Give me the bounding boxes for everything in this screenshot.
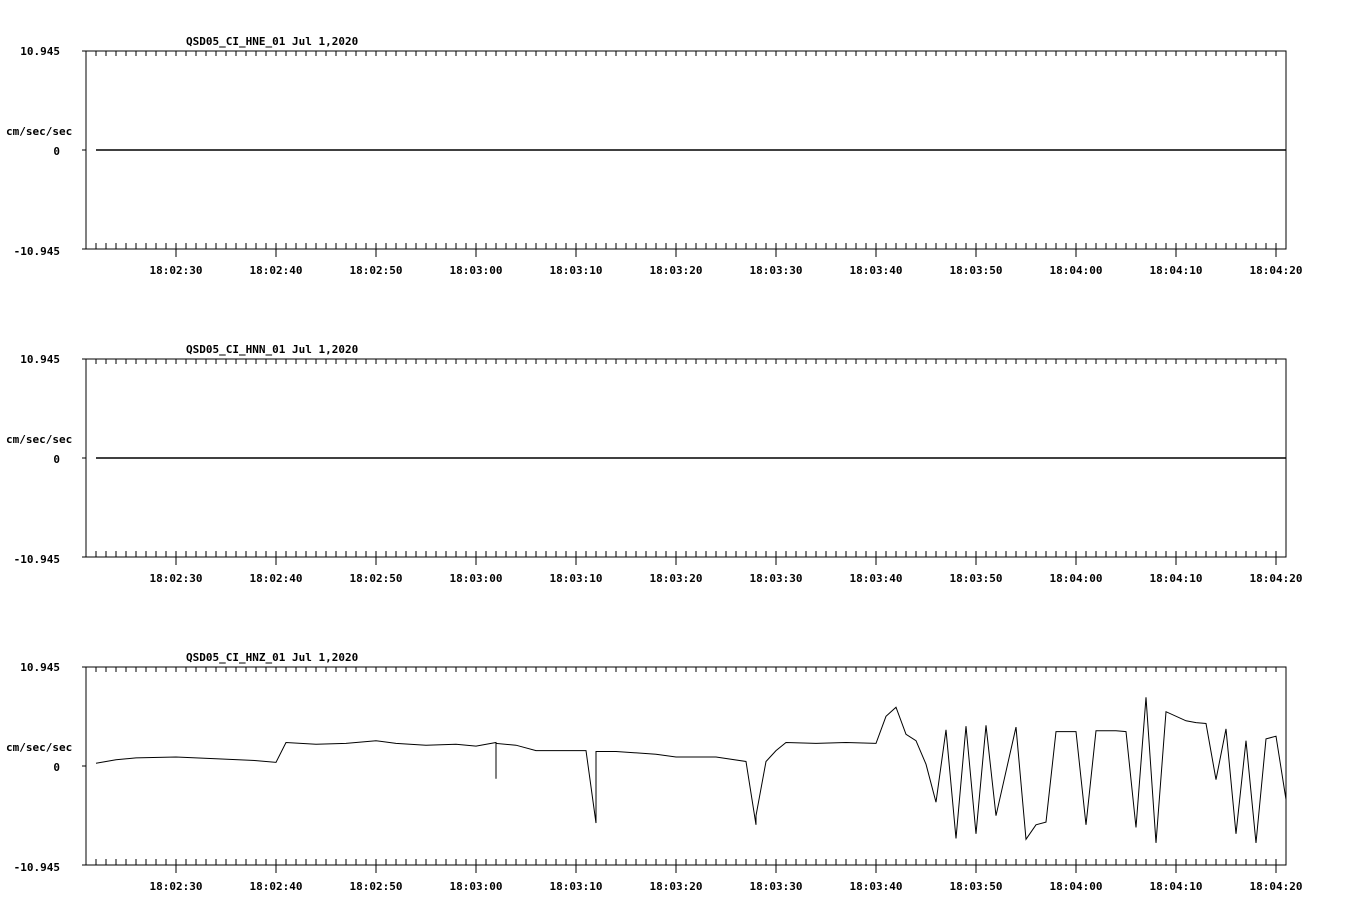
y-axis-label: cm/sec/sec	[6, 741, 72, 754]
x-tick-label: 18:03:30	[750, 572, 803, 585]
panel-hne: QSD05_CI_HNE_01 Jul 1,2020 cm/sec/sec 10…	[6, 35, 1302, 277]
x-tick-label: 18:03:20	[650, 880, 703, 893]
x-tick-label: 18:04:20	[1250, 880, 1303, 893]
x-tick-label: 18:03:00	[450, 264, 503, 277]
x-tick-label: 18:03:40	[850, 264, 903, 277]
x-tick-label: 18:03:20	[650, 572, 703, 585]
y-tick-label-top: 10.945	[20, 45, 60, 58]
x-tick-label: 18:02:30	[150, 572, 203, 585]
x-tick-label: 18:03:10	[550, 572, 603, 585]
panel-hnz: QSD05_CI_HNZ_01 Jul 1,2020 cm/sec/sec 10…	[6, 651, 1302, 893]
x-tick-labels: 18:02:30 18:02:40 18:02:50 18:03:00 18:03:10…	[150, 264, 1303, 277]
x-tick-label: 18:04:00	[1050, 880, 1103, 893]
y-axis-label: cm/sec/sec	[6, 125, 72, 138]
y-tick-label-top: 10.945	[20, 353, 60, 366]
plot-frame	[85, 666, 1287, 866]
x-tick-labels: 18:02:30 18:02:40 18:02:50 18:03:00 18:03:10…	[150, 572, 1303, 585]
x-axis-ticks	[82, 666, 1287, 873]
x-tick-label: 18:03:40	[850, 572, 903, 585]
x-tick-label: 18:04:20	[1250, 572, 1303, 585]
x-axis-ticks	[82, 50, 1287, 257]
x-tick-label: 18:04:00	[1050, 572, 1103, 585]
x-tick-label: 18:03:00	[450, 572, 503, 585]
x-tick-label: 18:04:00	[1050, 264, 1103, 277]
y-tick-label-zero: 0	[53, 761, 60, 774]
x-tick-label: 18:02:50	[350, 264, 403, 277]
panel-title: QSD05_CI_HNE_01 Jul 1,2020	[186, 35, 358, 48]
y-tick-label-zero: 0	[53, 453, 60, 466]
seismogram-canvas: QSD05_CI_HNE_01 Jul 1,2020 cm/sec/sec 10…	[6, 35, 1302, 893]
x-tick-label: 18:02:30	[150, 880, 203, 893]
x-tick-label: 18:04:10	[1150, 264, 1203, 277]
x-tick-label: 18:03:50	[950, 880, 1003, 893]
y-tick-label-bottom: -10.945	[14, 245, 60, 258]
panel-title: QSD05_CI_HNZ_01 Jul 1,2020	[186, 651, 358, 664]
x-tick-label: 18:03:10	[550, 880, 603, 893]
x-tick-label: 18:03:00	[450, 880, 503, 893]
x-tick-label: 18:02:40	[250, 880, 303, 893]
y-tick-label-bottom: -10.945	[14, 861, 60, 874]
x-tick-label: 18:03:40	[850, 880, 903, 893]
panel-title: QSD05_CI_HNN_01 Jul 1,2020	[186, 343, 358, 356]
x-tick-label: 18:04:20	[1250, 264, 1303, 277]
x-tick-label: 18:02:40	[250, 264, 303, 277]
trace-hnz	[95, 697, 1287, 843]
x-tick-labels: 18:02:30 18:02:40 18:02:50 18:03:00 18:03:10…	[150, 880, 1303, 893]
x-tick-label: 18:03:20	[650, 264, 703, 277]
x-tick-label: 18:04:10	[1150, 880, 1203, 893]
y-axis-label: cm/sec/sec	[6, 433, 72, 446]
x-tick-label: 18:02:30	[150, 264, 203, 277]
x-tick-label: 18:02:50	[350, 880, 403, 893]
y-tick-label-zero: 0	[53, 145, 60, 158]
panel-hnn: QSD05_CI_HNN_01 Jul 1,2020 cm/sec/sec 10…	[6, 343, 1302, 585]
x-tick-label: 18:04:10	[1150, 572, 1203, 585]
x-axis-ticks	[82, 358, 1287, 565]
y-tick-label-top: 10.945	[20, 661, 60, 674]
x-tick-label: 18:03:50	[950, 264, 1003, 277]
x-tick-label: 18:02:50	[350, 572, 403, 585]
x-tick-label: 18:03:30	[750, 264, 803, 277]
y-tick-label-bottom: -10.945	[14, 553, 60, 566]
x-tick-label: 18:03:30	[750, 880, 803, 893]
x-tick-label: 18:03:50	[950, 572, 1003, 585]
x-tick-label: 18:02:40	[250, 572, 303, 585]
x-tick-label: 18:03:10	[550, 264, 603, 277]
